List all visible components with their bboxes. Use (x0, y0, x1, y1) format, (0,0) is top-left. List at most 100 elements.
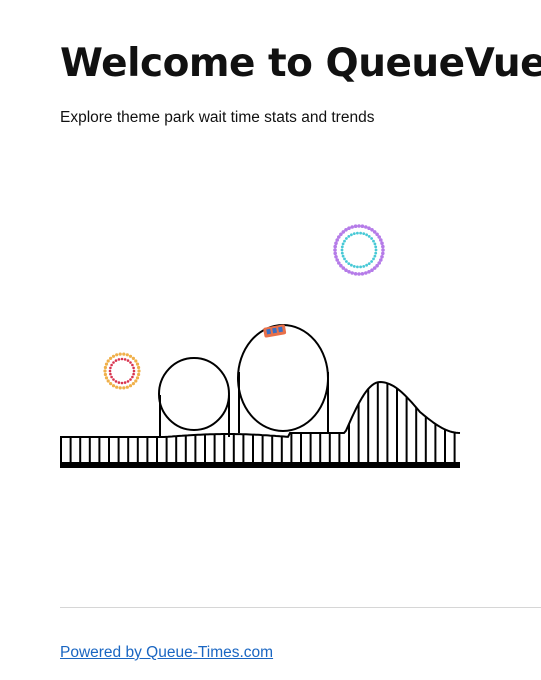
support-beams (60, 382, 456, 462)
firework-spark (375, 232, 379, 237)
firework-spark (112, 361, 115, 364)
firework-spark (122, 352, 126, 356)
firework-spark (350, 263, 353, 267)
firework-spark (134, 359, 138, 363)
firework-spark (137, 372, 141, 377)
coaster-track (60, 324, 461, 438)
firework-spark (380, 254, 384, 259)
firework-spark (357, 224, 361, 228)
firework-spark (359, 231, 362, 235)
firework-spark (131, 375, 134, 379)
firework-spark (370, 260, 373, 263)
firework-spark (374, 251, 378, 255)
firework-spark (115, 353, 119, 357)
firework-spark (359, 265, 362, 269)
firework-spark (137, 369, 141, 373)
firework-spark (109, 356, 113, 360)
firework-spark (106, 379, 110, 383)
firework-spark (129, 361, 132, 364)
firework-spark (120, 381, 124, 385)
firework-spark (365, 233, 368, 237)
firework-spark (117, 381, 121, 384)
firework-spark (128, 354, 133, 358)
firework-spark (131, 356, 135, 360)
firework-spark (347, 262, 351, 265)
firework-spark (353, 224, 358, 228)
firework-spark (335, 258, 340, 262)
firework-spark (110, 375, 113, 379)
firework-spark (364, 225, 368, 229)
firework-spark (362, 265, 366, 268)
firework-spark (362, 232, 366, 236)
firework-spark (126, 359, 130, 362)
page-subtitle: Explore theme park wait time stats and t… (60, 109, 375, 126)
firework-spark (131, 363, 134, 367)
firework-spark (350, 225, 355, 229)
firework-spark (118, 386, 122, 390)
firework-spark (372, 239, 375, 243)
firework-spark (353, 272, 358, 276)
firework-spark (372, 266, 377, 270)
firework-spark (341, 254, 345, 258)
powered-by-link[interactable]: Powered by Queue-Times.com (60, 643, 273, 663)
coaster-rail (60, 380, 461, 438)
firework-spark (370, 268, 374, 273)
coaster-car (263, 324, 287, 338)
firework-spark (347, 270, 351, 274)
firework-spark (104, 376, 109, 380)
firework-spark (344, 268, 348, 273)
firework-spark (114, 380, 118, 383)
firework-spark (347, 226, 351, 230)
firework-spark (352, 232, 356, 236)
firework-spark (357, 272, 361, 276)
firework-spark (103, 372, 107, 377)
firework-spark (123, 358, 127, 361)
firework-spark (339, 232, 343, 237)
firework-spark (333, 251, 338, 256)
firework-spark (334, 254, 338, 259)
firework-spark (111, 384, 116, 388)
firework-spark (352, 265, 356, 268)
firework-spark (134, 379, 138, 383)
firework-spark (337, 235, 341, 239)
firework-spark (367, 235, 371, 238)
firework-spark (115, 385, 119, 389)
firework-spark (123, 381, 127, 384)
firework-spark (373, 254, 377, 258)
firework-spark (347, 235, 351, 238)
firework-spark (334, 241, 338, 245)
firework-spark (337, 261, 341, 265)
firework-spark (381, 244, 385, 249)
firework-spark (339, 263, 343, 268)
firework-spark (104, 362, 109, 366)
firework-spark (132, 372, 135, 376)
firework-spark (128, 384, 133, 388)
firework-spark (375, 263, 379, 268)
firework-spark (381, 251, 385, 256)
firework-spark (377, 235, 382, 239)
firework-spark (132, 366, 135, 370)
firework-spark (341, 242, 345, 246)
firework-spark (112, 378, 115, 381)
firework-spark (126, 380, 130, 383)
firework-spark (345, 237, 348, 240)
firework-spark (373, 242, 377, 246)
coaster-loop-large (237, 324, 329, 432)
firework-spark (379, 258, 383, 262)
firework-spark (335, 238, 340, 242)
firework-spark (109, 372, 112, 376)
firework-spark (370, 237, 373, 240)
firework-spark (103, 369, 107, 373)
firework-spark (125, 385, 129, 389)
firework-spark (367, 270, 371, 274)
firework-spark (374, 245, 378, 249)
firework-spark (111, 354, 116, 358)
firework-spark (125, 353, 129, 357)
firework-spark (340, 248, 344, 252)
firework-spark (380, 241, 384, 245)
firework-spark (360, 224, 365, 228)
firework-spark (379, 238, 383, 242)
firework-spark (360, 272, 365, 276)
firework-spark (364, 271, 368, 275)
firework-spark (103, 365, 107, 370)
